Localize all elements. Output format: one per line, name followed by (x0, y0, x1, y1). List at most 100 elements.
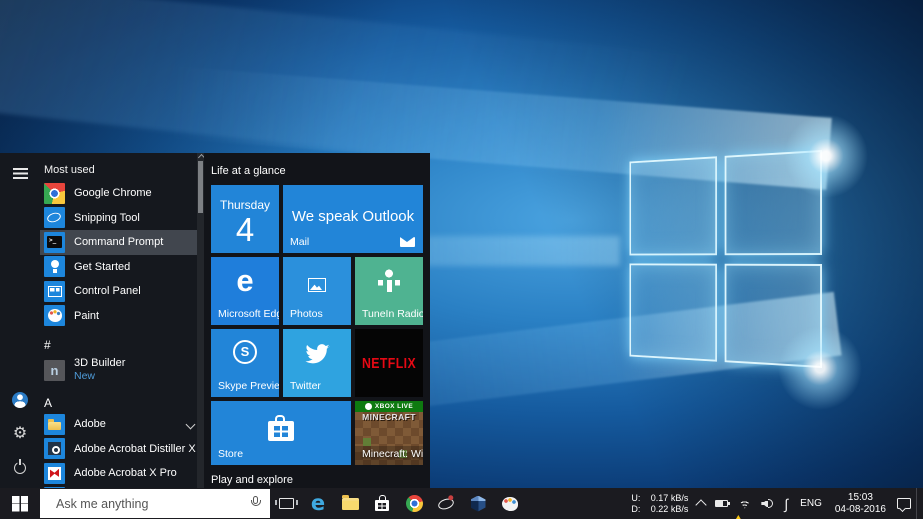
paint-icon (44, 305, 65, 326)
acrobat-distiller-icon (44, 438, 65, 459)
control-panel-icon (44, 281, 65, 302)
command-prompt-icon (44, 232, 65, 253)
tile-calendar[interactable]: Thursday 4 (211, 185, 279, 253)
new-badge: New (74, 370, 125, 383)
task-view-button[interactable] (270, 488, 302, 519)
network-button[interactable] (733, 488, 756, 519)
notification-bubble-icon (897, 498, 911, 509)
app-row-command-prompt[interactable]: Command Prompt (40, 230, 204, 255)
action-center-button[interactable] (892, 488, 916, 519)
wallpaper-window-pane (630, 263, 717, 362)
start-button[interactable] (0, 488, 40, 519)
hamburger-icon (13, 168, 28, 179)
app-row-snipping-tool[interactable]: Snipping Tool (44, 206, 204, 231)
start-menu: Most used Google Chrome Snipping Tool Co… (0, 153, 204, 488)
show-desktop-button[interactable] (916, 488, 923, 519)
pen-settings-button[interactable] (779, 488, 793, 519)
tunein-icon (378, 269, 400, 293)
start-menu-rail-bottom (8, 390, 32, 478)
gear-icon (13, 426, 27, 442)
language-indicator[interactable]: ENG (793, 488, 829, 519)
tile-tunein-radio[interactable]: TuneIn Radio (355, 257, 423, 325)
taskbar-chrome-button[interactable] (398, 488, 430, 519)
battery-button[interactable] (710, 488, 733, 519)
folder-icon (44, 414, 65, 435)
skype-icon: S (233, 340, 257, 364)
taskbar-edge-button[interactable] (302, 488, 334, 519)
app-row-adobe-folder[interactable]: Adobe (44, 412, 204, 437)
wallpaper-window-pane (724, 150, 822, 255)
paint-palette-icon (502, 497, 518, 511)
start-tiles-panel: Life at a glance Thursday 4 We speak Out… (204, 153, 430, 488)
expand-menu-button[interactable] (8, 163, 32, 183)
get-started-icon (44, 256, 65, 277)
section-header-a: A (44, 394, 204, 412)
chevron-up-icon (696, 499, 707, 510)
tile-group-header-play: Play and explore (211, 474, 430, 486)
tile-group-header: Life at a glance (211, 165, 430, 185)
clock-time: 15:03 (835, 492, 886, 504)
tile-store[interactable]: Store (211, 401, 351, 465)
3d-builder-icon (44, 360, 65, 381)
tray-overflow-button[interactable] (692, 488, 710, 519)
taskbar-paint-button[interactable] (494, 488, 526, 519)
tile-minecraft[interactable]: XBOX LIVE MINECRAFT Minecraft: Wi... (355, 401, 423, 465)
acrobat-icon (44, 463, 65, 484)
start-app-list: Most used Google Chrome Snipping Tool Co… (40, 153, 204, 488)
app-row-control-panel[interactable]: Control Panel (44, 279, 204, 304)
power-button[interactable] (8, 458, 32, 478)
most-used-header: Most used (44, 161, 204, 179)
search-input[interactable] (54, 496, 249, 512)
virtualbox-cube-icon (471, 496, 486, 512)
windows-logo-icon (12, 496, 28, 512)
task-view-icon (279, 498, 294, 509)
clock-date: 04-08-2016 (835, 504, 886, 516)
user-avatar-icon (12, 392, 28, 408)
microphone-icon[interactable] (249, 495, 262, 512)
wallpaper-window-pane (630, 156, 717, 255)
app-row-adobe-distiller[interactable]: Adobe Acrobat Distiller X (44, 437, 204, 462)
search-box[interactable] (40, 489, 270, 518)
xbox-icon (365, 403, 372, 410)
network-speed-monitor: U: 0.17 kB/s D: 0.22 kB/s (627, 493, 692, 514)
windows-hero-logo (630, 150, 822, 368)
app-row-3d-builder[interactable]: 3D Builder New (44, 354, 204, 386)
start-menu-rail (0, 153, 40, 488)
desktop: Most used Google Chrome Snipping Tool Co… (0, 0, 923, 519)
user-account-button[interactable] (8, 390, 32, 410)
taskbar-file-explorer-button[interactable] (334, 488, 366, 519)
clock[interactable]: 15:03 04-08-2016 (829, 492, 892, 515)
taskbar-store-button[interactable] (366, 488, 398, 519)
tile-twitter[interactable]: Twitter (283, 329, 351, 397)
wallpaper-window-pane (724, 263, 822, 368)
taskbar-snipping-tool-button[interactable] (430, 488, 462, 519)
photos-icon (308, 278, 326, 292)
warning-icon (735, 515, 741, 519)
system-tray: U: 0.17 kB/s D: 0.22 kB/s ENG 15:03 04-0… (627, 488, 923, 519)
tile-photos[interactable]: Photos (283, 257, 351, 325)
app-row-paint[interactable]: Paint (44, 304, 204, 329)
wifi-icon (738, 499, 751, 509)
scrollbar-thumb[interactable] (198, 161, 203, 213)
taskbar-virtualbox-button[interactable] (462, 488, 494, 519)
edge-icon: e (211, 263, 279, 299)
speaker-icon (761, 499, 774, 509)
snipping-tool-icon (44, 207, 65, 228)
envelope-icon (400, 237, 415, 247)
store-icon (375, 500, 389, 511)
app-row-google-chrome[interactable]: Google Chrome (44, 181, 204, 206)
tile-microsoft-edge[interactable]: e Microsoft Edge (211, 257, 279, 325)
tile-skype-preview[interactable]: S Skype Preview (211, 329, 279, 397)
battery-icon (715, 500, 728, 507)
app-row-adobe-acrobat-x-pro[interactable]: Adobe Acrobat X Pro (44, 461, 204, 486)
section-header-hash: # (44, 336, 204, 354)
tile-netflix[interactable]: NETFLIX (355, 329, 423, 397)
chevron-down-icon (186, 420, 196, 430)
tile-mail[interactable]: We speak Outlook Mail (283, 185, 423, 253)
chrome-icon (44, 183, 65, 204)
volume-button[interactable] (756, 488, 779, 519)
app-row-get-started[interactable]: Get Started (44, 255, 204, 280)
xbox-live-banner: XBOX LIVE (355, 401, 423, 412)
settings-button[interactable] (8, 424, 32, 444)
start-menu-scrollbar[interactable] (197, 153, 204, 488)
